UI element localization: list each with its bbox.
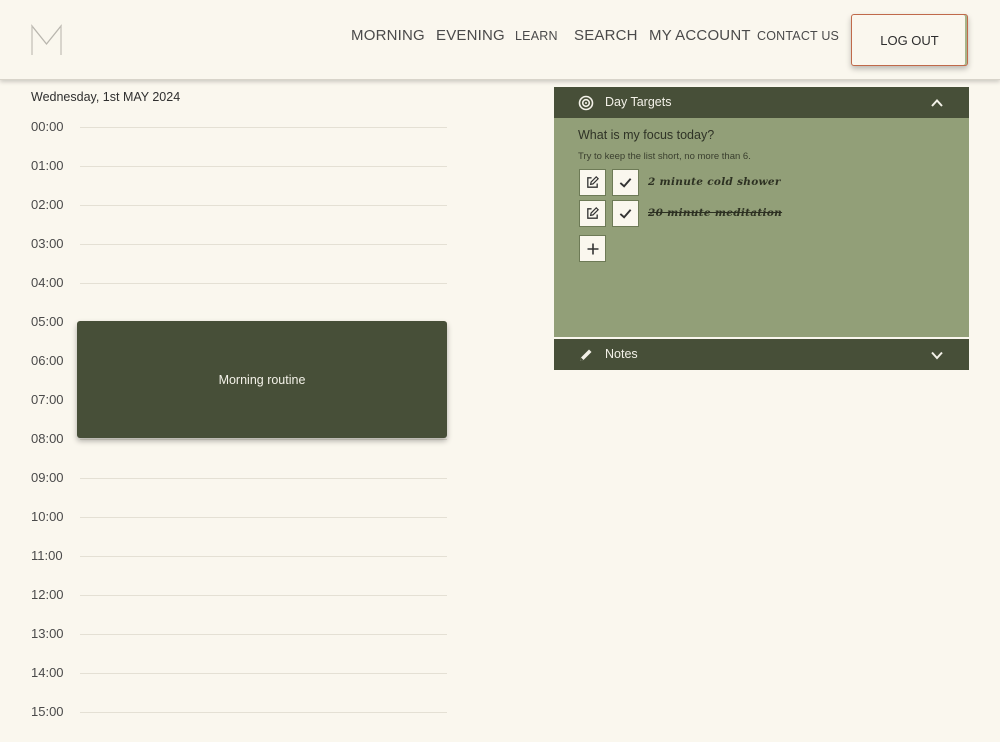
hour-divider (80, 283, 447, 284)
chevron-up-icon[interactable] (930, 96, 944, 110)
target-icon (578, 95, 594, 111)
notes-title: Notes (605, 347, 638, 361)
hour-label: 06:00 (31, 353, 64, 368)
hour-divider (80, 595, 447, 596)
hour-label: 09:00 (31, 470, 64, 485)
hour-row[interactable]: 10:00 (0, 509, 460, 529)
hour-label: 04:00 (31, 275, 64, 290)
hour-label: 12:00 (31, 587, 64, 602)
target-item-text-done: 20 minute meditation (648, 207, 783, 219)
nav-learn[interactable]: LEARN (515, 29, 558, 49)
hour-row[interactable]: 01:00 (0, 158, 460, 178)
hour-label: 15:00 (31, 704, 64, 719)
hour-label: 05:00 (31, 314, 64, 329)
nav-evening[interactable]: EVENING (436, 27, 505, 47)
day-targets-title: Day Targets (605, 95, 672, 109)
chevron-down-icon[interactable] (930, 348, 944, 362)
event-title: Morning routine (218, 372, 306, 387)
nav-contact-us[interactable]: CONTACT US (757, 29, 839, 49)
calendar-date: Wednesday, 1st MAY 2024 (31, 90, 181, 104)
hour-divider (80, 712, 447, 713)
add-target-button[interactable] (579, 235, 606, 262)
hour-row[interactable]: 15:00 (0, 704, 460, 724)
hour-row[interactable]: 14:00 (0, 665, 460, 685)
edit-icon (587, 207, 599, 219)
nav-my-account[interactable]: MY ACCOUNT (649, 27, 751, 47)
hour-divider (80, 166, 447, 167)
hour-row[interactable]: 03:00 (0, 236, 460, 256)
complete-target-button[interactable] (612, 169, 639, 196)
logo-m-icon[interactable] (30, 24, 63, 57)
hour-divider (80, 673, 447, 674)
hour-label: 10:00 (31, 509, 64, 524)
day-targets-header[interactable]: Day Targets (554, 87, 969, 118)
hour-label: 02:00 (31, 197, 64, 212)
hour-divider (80, 439, 447, 440)
hour-row[interactable]: 12:00 (0, 587, 460, 607)
hour-row[interactable]: 09:00 (0, 470, 460, 490)
edit-target-button[interactable] (579, 169, 606, 196)
top-header: MORNING EVENING LEARN SEARCH MY ACCOUNT … (0, 0, 1000, 80)
event-morning-routine[interactable]: Morning routine (77, 321, 447, 438)
hour-divider (80, 478, 447, 479)
hour-row[interactable]: 00:00 (0, 119, 460, 139)
hour-divider (80, 127, 447, 128)
hour-divider (80, 634, 447, 635)
hour-divider (80, 556, 447, 557)
complete-target-button[interactable] (612, 200, 639, 227)
pencil-icon (580, 349, 592, 361)
hour-label: 13:00 (31, 626, 64, 641)
hour-divider (80, 244, 447, 245)
nav-search[interactable]: SEARCH (574, 27, 638, 47)
hour-label: 14:00 (31, 665, 64, 680)
edit-target-button[interactable] (579, 200, 606, 227)
notes-header[interactable]: Notes (554, 339, 969, 370)
hour-label: 11:00 (31, 548, 63, 563)
focus-question: What is my focus today? (578, 128, 715, 142)
edit-icon (587, 176, 599, 188)
hour-label: 01:00 (31, 158, 64, 173)
focus-hint: Try to keep the list short, no more than… (578, 151, 751, 162)
hour-row[interactable]: 11:00 (0, 548, 460, 568)
hour-label: 08:00 (31, 431, 64, 446)
plus-icon (587, 243, 598, 254)
hour-divider (80, 205, 447, 206)
target-item-text: 2 minute cold shower (648, 176, 781, 188)
check-icon (619, 209, 632, 219)
hour-row[interactable]: 02:00 (0, 197, 460, 217)
hour-label: 00:00 (31, 119, 64, 134)
check-icon (619, 178, 632, 188)
day-targets-body: What is my focus today? Try to keep the … (554, 118, 969, 337)
hour-label: 07:00 (31, 392, 64, 407)
hour-label: 03:00 (31, 236, 64, 251)
nav-morning[interactable]: MORNING (351, 27, 425, 47)
hour-divider (80, 517, 447, 518)
logout-button[interactable]: LOG OUT (851, 14, 968, 66)
hour-row[interactable]: 04:00 (0, 275, 460, 295)
hour-row[interactable]: 13:00 (0, 626, 460, 646)
